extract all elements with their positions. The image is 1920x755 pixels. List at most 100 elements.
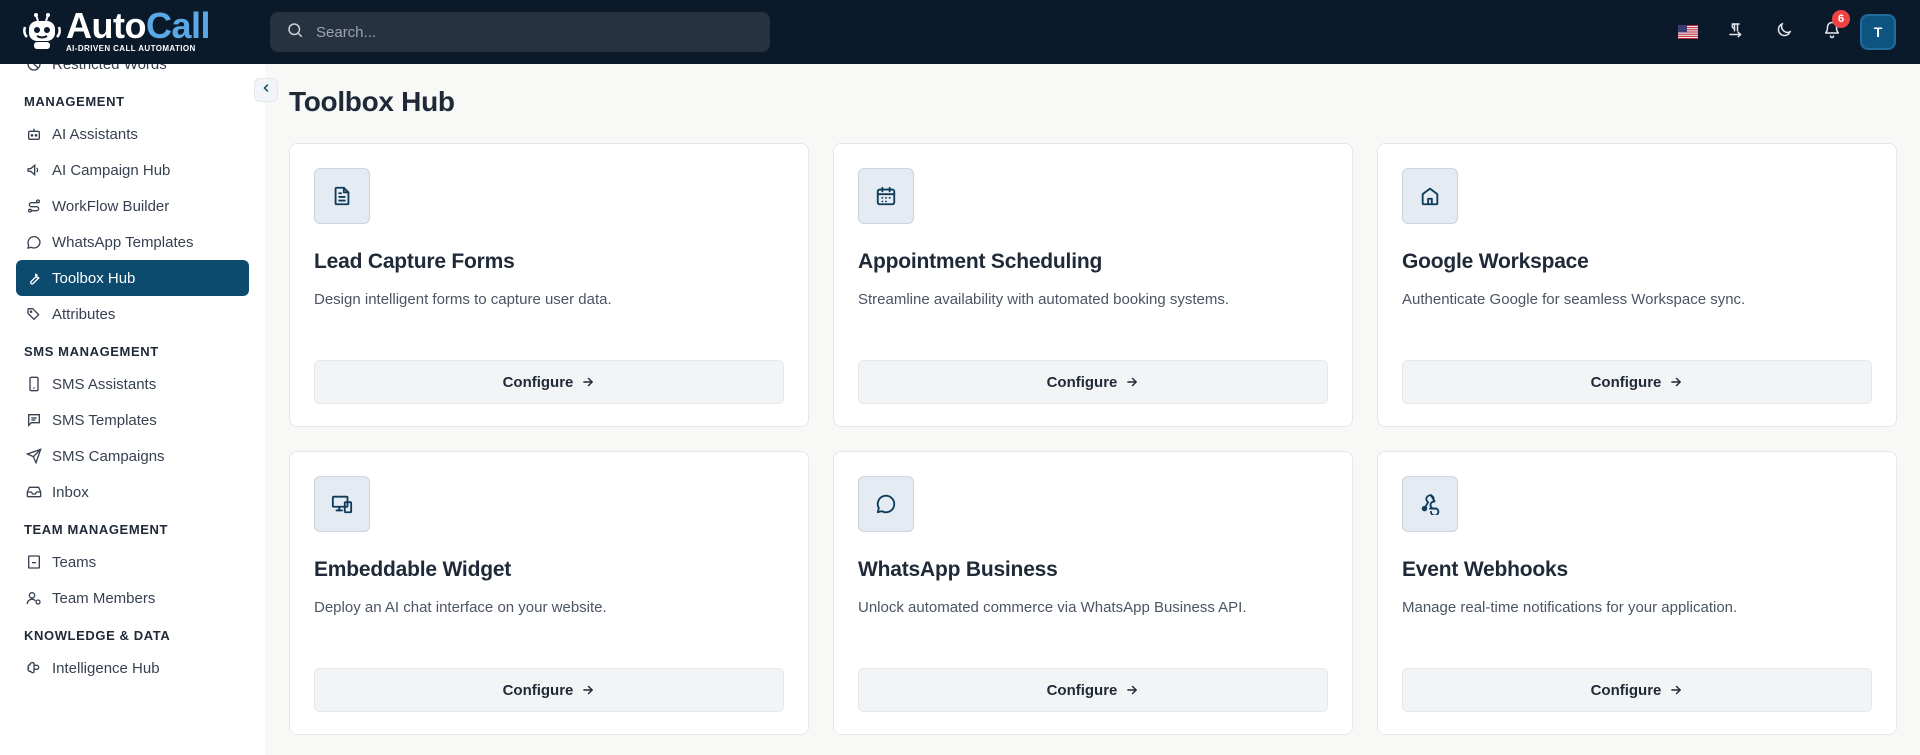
configure-button[interactable]: Configure bbox=[1402, 668, 1872, 712]
theme-toggle-button[interactable] bbox=[1764, 12, 1804, 52]
sidebar-item-inbox[interactable]: Inbox bbox=[16, 474, 249, 510]
app-name: AutoCall bbox=[66, 5, 211, 46]
sidebar-item-sms-assistants[interactable]: SMS Assistants bbox=[16, 366, 249, 402]
sidebar-item-teams[interactable]: Teams bbox=[16, 544, 249, 580]
arrow-right-icon bbox=[1125, 683, 1139, 697]
section-title-knowledge-data: KNOWLEDGE & DATA bbox=[24, 628, 171, 643]
brain-icon bbox=[26, 660, 42, 676]
language-selector[interactable] bbox=[1668, 12, 1708, 52]
user-cog-icon bbox=[26, 590, 42, 606]
configure-button[interactable]: Configure bbox=[314, 360, 784, 404]
message-circle-icon bbox=[858, 476, 914, 532]
sidebar: Restricted Words MANAGEMENT AI Assistant… bbox=[0, 64, 265, 755]
inbox-icon bbox=[26, 484, 42, 500]
section-title-management: MANAGEMENT bbox=[24, 94, 125, 109]
sidebar-item-label: WorkFlow Builder bbox=[52, 197, 170, 215]
card-description: Streamline availability with automated b… bbox=[858, 291, 1230, 308]
top-bar: AutoCall AI-DRIVEN CALL AUTOMATION Searc… bbox=[0, 0, 1920, 64]
arrow-right-icon bbox=[1669, 375, 1683, 389]
sidebar-item-label: AI Assistants bbox=[52, 125, 138, 143]
sidebar-item-label: Teams bbox=[52, 553, 97, 571]
sidebar-item-attributes[interactable]: Attributes bbox=[16, 296, 249, 332]
card-title: Appointment Scheduling bbox=[858, 250, 1103, 273]
sidebar-item-intelligence-hub[interactable]: Intelligence Hub bbox=[16, 650, 249, 686]
sidebar-item-ai-assistants[interactable]: AI Assistants bbox=[16, 116, 249, 152]
section-title-team-management: TEAM MANAGEMENT bbox=[24, 522, 169, 537]
card-description: Authenticate Google for seamless Workspa… bbox=[1402, 291, 1746, 308]
toolbox-card-event-webhooks: Event Webhooks Manage real-time notifica… bbox=[1377, 451, 1897, 735]
sidebar-item-workflow-builder[interactable]: WorkFlow Builder bbox=[16, 188, 249, 224]
sidebar-item-label: Restricted Words bbox=[52, 64, 167, 73]
sidebar-item-ai-campaign-hub[interactable]: AI Campaign Hub bbox=[16, 152, 249, 188]
wrench-icon bbox=[26, 270, 42, 286]
button-label: Configure bbox=[1046, 681, 1118, 699]
bot-icon bbox=[26, 126, 42, 142]
moon-icon bbox=[1775, 21, 1793, 44]
megaphone-icon bbox=[26, 162, 42, 178]
sidebar-item-label: WhatsApp Templates bbox=[52, 233, 194, 251]
button-label: Configure bbox=[1046, 373, 1118, 391]
send-icon bbox=[26, 448, 42, 464]
chevron-left-icon bbox=[260, 81, 272, 99]
text-direction-button[interactable] bbox=[1716, 12, 1756, 52]
configure-button[interactable]: Configure bbox=[858, 668, 1328, 712]
webhook-icon bbox=[1402, 476, 1458, 532]
configure-button[interactable]: Configure bbox=[314, 668, 784, 712]
building-icon bbox=[26, 554, 42, 570]
search-bar[interactable] bbox=[270, 12, 770, 52]
toolbox-card-embeddable-widget: Embeddable Widget Deploy an AI chat inte… bbox=[289, 451, 809, 735]
search-input[interactable] bbox=[316, 23, 736, 41]
section-title-sms-management: SMS MANAGEMENT bbox=[24, 344, 159, 359]
phone-icon bbox=[26, 376, 42, 392]
sidebar-item-label: Intelligence Hub bbox=[52, 659, 160, 677]
robot-logo-icon bbox=[22, 11, 62, 51]
card-description: Deploy an AI chat interface on your webs… bbox=[314, 599, 607, 616]
toolbox-card-appointment-scheduling: Appointment Scheduling Streamline availa… bbox=[833, 143, 1353, 427]
configure-button[interactable]: Configure bbox=[858, 360, 1328, 404]
sidebar-item-label: Attributes bbox=[52, 305, 116, 323]
sidebar-item-label: Toolbox Hub bbox=[52, 269, 136, 287]
message-text-icon bbox=[26, 412, 42, 428]
sidebar-item-label: SMS Templates bbox=[52, 411, 157, 429]
card-description: Unlock automated commerce via WhatsApp B… bbox=[858, 599, 1247, 616]
arrow-right-icon bbox=[1669, 683, 1683, 697]
home-icon bbox=[1402, 168, 1458, 224]
configure-button[interactable]: Configure bbox=[1402, 360, 1872, 404]
sidebar-item-sms-campaigns[interactable]: SMS Campaigns bbox=[16, 438, 249, 474]
card-title: WhatsApp Business bbox=[858, 558, 1058, 581]
tags-icon bbox=[26, 306, 42, 322]
arrow-right-icon bbox=[581, 683, 595, 697]
sidebar-item-whatsapp-templates[interactable]: WhatsApp Templates bbox=[16, 224, 249, 260]
sidebar-item-label: Team Members bbox=[52, 589, 156, 607]
us-flag-icon bbox=[1678, 25, 1698, 39]
sidebar-item-label: SMS Assistants bbox=[52, 375, 157, 393]
calendar-icon bbox=[858, 168, 914, 224]
arrow-right-icon bbox=[581, 375, 595, 389]
sidebar-item-team-members[interactable]: Team Members bbox=[16, 580, 249, 616]
sidebar-item-label: SMS Campaigns bbox=[52, 447, 165, 465]
card-title: Lead Capture Forms bbox=[314, 250, 515, 273]
card-title: Event Webhooks bbox=[1402, 558, 1569, 581]
toolbox-card-lead-capture-forms: Lead Capture Forms Design intelligent fo… bbox=[289, 143, 809, 427]
notifications-button[interactable]: 6 bbox=[1812, 10, 1852, 52]
toolbox-card-whatsapp-business: WhatsApp Business Unlock automated comme… bbox=[833, 451, 1353, 735]
user-avatar[interactable]: T bbox=[1860, 14, 1896, 50]
button-label: Configure bbox=[1590, 681, 1662, 699]
sidebar-item-toolbox-hub[interactable]: Toolbox Hub bbox=[16, 260, 249, 296]
search-icon bbox=[286, 21, 304, 44]
sidebar-item-restricted-words[interactable]: Restricted Words bbox=[16, 64, 249, 80]
app-logo[interactable]: AutoCall AI-DRIVEN CALL AUTOMATION bbox=[22, 5, 211, 53]
chat-icon bbox=[26, 234, 42, 250]
sidebar-item-sms-templates[interactable]: SMS Templates bbox=[16, 402, 249, 438]
document-icon bbox=[314, 168, 370, 224]
button-label: Configure bbox=[502, 681, 574, 699]
sidebar-collapse-button[interactable] bbox=[254, 78, 278, 102]
route-icon bbox=[26, 198, 42, 214]
card-description: Design intelligent forms to capture user… bbox=[314, 291, 612, 308]
app-tagline: AI-DRIVEN CALL AUTOMATION bbox=[66, 44, 196, 53]
sidebar-item-label: Inbox bbox=[52, 483, 89, 501]
card-title: Embeddable Widget bbox=[314, 558, 512, 581]
toolbox-card-google-workspace: Google Workspace Authenticate Google for… bbox=[1377, 143, 1897, 427]
sidebar-item-label: AI Campaign Hub bbox=[52, 161, 171, 179]
text-direction-icon bbox=[1727, 21, 1745, 44]
